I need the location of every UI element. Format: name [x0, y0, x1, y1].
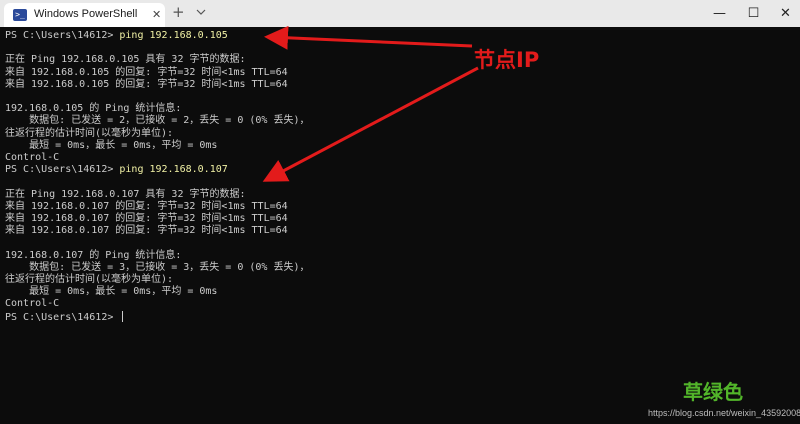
- text-cursor: [122, 310, 124, 322]
- tab-windows-powershell[interactable]: >_ Windows PowerShell ✕: [4, 3, 165, 27]
- watermark-logo: 草绿色: [683, 380, 743, 404]
- output-line: 往返行程的估计时间(以毫秒为单位):: [5, 127, 174, 139]
- output-line: 最短 = 0ms，最长 = 0ms，平均 = 0ms: [5, 286, 218, 298]
- prompt-text: PS C:\Users\14612>: [5, 311, 120, 323]
- output-line: 来自 192.168.0.105 的回复: 字节=32 时间<1ms TTL=6…: [5, 78, 288, 90]
- prompt-text: PS C:\Users\14612>: [5, 164, 120, 176]
- output-line: 192.168.0.107 的 Ping 统计信息:: [5, 249, 182, 261]
- output-line: 192.168.0.105 的 Ping 统计信息:: [5, 103, 182, 115]
- command-text: ping 192.168.0.105: [119, 30, 228, 41]
- maximize-button[interactable]: ☐: [736, 0, 771, 27]
- prompt-line: PS C:\Users\14612>: [5, 310, 124, 323]
- tab-title: Windows PowerShell: [34, 8, 138, 20]
- output-line: 正在 Ping 192.168.0.105 具有 32 字节的数据:: [5, 54, 246, 66]
- powershell-icon: >_: [13, 9, 27, 21]
- chevron-down-icon[interactable]: [196, 7, 206, 17]
- prompt-line: PS C:\Users\14612> ping 192.168.0.105: [5, 30, 228, 42]
- title-bar: >_ Windows PowerShell ✕ + — ☐ ✕: [0, 0, 800, 27]
- prompt-line: PS C:\Users\14612> ping 192.168.0.107: [5, 164, 228, 176]
- output-line: 来自 192.168.0.107 的回复: 字节=32 时间<1ms TTL=6…: [5, 213, 288, 224]
- output-line: 来自 192.168.0.107 的回复: 字节=32 时间<1ms TTL=6…: [5, 200, 288, 212]
- minimize-button[interactable]: —: [702, 0, 737, 27]
- output-line: 来自 192.168.0.105 的回复: 字节=32 时间<1ms TTL=6…: [5, 66, 288, 78]
- tab-close-icon[interactable]: ✕: [152, 8, 161, 21]
- output-line: Control-C: [5, 152, 60, 163]
- output-line: 来自 192.168.0.107 的回复: 字节=32 时间<1ms TTL=6…: [5, 225, 288, 237]
- close-button[interactable]: ✕: [768, 0, 800, 27]
- output-line: 往返行程的估计时间(以毫秒为单位):: [5, 274, 174, 285]
- output-line: 数据包: 已发送 = 3，已接收 = 3，丢失 = 0 (0% 丢失)，: [5, 261, 310, 273]
- output-line: 最短 = 0ms，最长 = 0ms，平均 = 0ms: [5, 139, 218, 151]
- prompt-text: PS C:\Users\14612>: [5, 30, 120, 41]
- watermark-url: https://blog.csdn.net/weixin_43592008: [648, 408, 800, 418]
- command-text: ping 192.168.0.107: [119, 164, 228, 176]
- output-line: Control-C: [5, 298, 60, 310]
- output-line: 正在 Ping 192.168.0.107 具有 32 字节的数据:: [5, 188, 246, 200]
- output-line: 数据包: 已发送 = 2，已接收 = 2，丢失 = 0 (0% 丢失)，: [5, 115, 310, 127]
- annotation-label: 节点IP: [474, 48, 540, 72]
- console-output[interactable]: PS C:\Users\14612> ping 192.168.0.105 正在 …: [5, 30, 795, 420]
- new-tab-button[interactable]: +: [172, 3, 185, 21]
